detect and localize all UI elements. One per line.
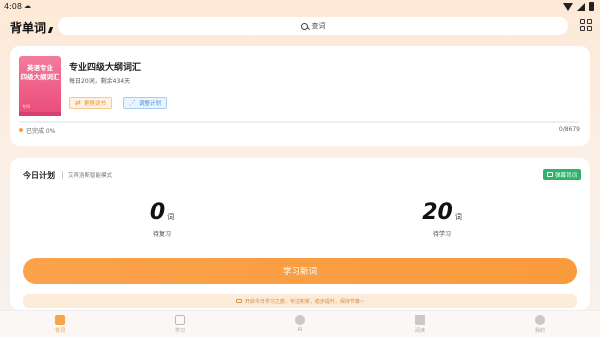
bottom-nav: 背词 学习 AI 阅读 我的 <box>0 310 600 337</box>
nav-item-profile[interactable]: 我的 <box>480 311 600 337</box>
app-title: 背单词 <box>10 19 54 36</box>
barrage-label: 弹幕背词 <box>554 172 577 179</box>
learn-label: 待学习 <box>432 231 451 238</box>
app-header: 背单词 查词 <box>0 14 600 40</box>
review-stat[interactable]: 0词 待复习 <box>122 200 202 238</box>
plan-mode: 艾宾浩斯智能模式 <box>68 173 113 179</box>
today-plan-card: 今日计划 艾宾浩斯智能模式 弹幕背词 0词 待复习 20 词 待学习 学习新词 开… <box>10 158 590 310</box>
search-placeholder: 查词 <box>311 22 326 30</box>
book-title: 专业四级大纲词汇 <box>69 63 142 73</box>
nav-item-words[interactable]: 背词 <box>0 311 120 337</box>
nav-item-study[interactable]: 学习 <box>120 311 240 337</box>
review-unit: 词 <box>167 213 175 221</box>
progress-count: 0/8679 <box>558 126 580 133</box>
search-bar[interactable]: 查词 <box>58 17 568 35</box>
chart-icon <box>175 314 185 325</box>
nav-label-profile: 我的 <box>534 327 545 334</box>
tip-text: 开启今日学习之旅，专注积累，稳步提升，保持节奏~ <box>244 298 365 305</box>
status-time: 4:08 <box>4 2 22 11</box>
nav-item-read[interactable]: 阅读 <box>360 311 480 337</box>
cover-bar <box>19 112 61 116</box>
review-label: 待复习 <box>152 231 171 238</box>
book-icon <box>55 314 65 325</box>
cover-title-line1: 英语专业 <box>27 64 53 72</box>
grid-menu-icon[interactable] <box>580 19 592 31</box>
nav-label-read: 阅读 <box>414 327 425 334</box>
adjust-plan-button[interactable]: ⋰ 调整计划 <box>123 97 168 109</box>
book-cover[interactable]: 英语专业 四级大纲词汇 专四 <box>19 56 61 116</box>
app-title-text: 背单词 <box>10 21 47 35</box>
nav-item-ai[interactable]: AI <box>240 311 360 337</box>
change-book-button[interactable]: ⇄ 更换词书 <box>69 97 112 109</box>
nav-label-ai: AI <box>297 327 303 333</box>
ai-icon <box>295 315 305 325</box>
search-icon <box>300 22 308 30</box>
wordbook-card[interactable]: 英语专业 四级大纲词汇 专四 专业四级大纲词汇 每日20词，剩余434天 ⇄ 更… <box>10 46 590 146</box>
profile-icon <box>535 314 545 325</box>
adjust-plan-label: 调整计划 <box>139 101 162 107</box>
battery-icon <box>589 2 594 11</box>
signal-icon <box>577 2 585 11</box>
learn-new-words-button[interactable]: 学习新词 <box>23 258 577 284</box>
book-info: 每日20词，剩余434天 <box>69 78 131 85</box>
status-icons <box>563 2 594 11</box>
tip-banner: 开启今日学习之旅，专注积累，稳步提升，保持节奏~ <box>23 294 577 308</box>
review-count: 0 <box>149 200 166 225</box>
learn-unit: 词 <box>454 213 462 221</box>
cover-sub: 专四 <box>22 104 30 109</box>
plan-divider <box>62 171 63 179</box>
learn-count: 20 <box>422 200 453 225</box>
progress-bar <box>19 121 579 123</box>
read-icon <box>415 314 425 325</box>
swap-icon: ⇄ <box>75 99 81 107</box>
plan-title: 今日计划 <box>23 171 55 180</box>
cloud-icon: ☁ <box>24 2 31 10</box>
brand-mark-icon <box>47 27 54 33</box>
progress-label: 已完成 0% <box>26 128 56 135</box>
adjust-icon: ⋰ <box>129 99 136 107</box>
wifi-icon <box>563 2 573 11</box>
status-bar: 4:08 ☁ <box>0 0 600 14</box>
cover-title-line2: 四级大纲词汇 <box>20 73 60 81</box>
learn-stat[interactable]: 20 词 待学习 <box>402 200 482 238</box>
barrage-words-button[interactable]: 弹幕背词 <box>542 169 581 180</box>
message-icon <box>235 299 242 303</box>
change-book-label: 更换词书 <box>83 101 106 107</box>
nav-label-study: 学习 <box>174 327 185 334</box>
nav-label-words: 背词 <box>54 327 65 334</box>
progress-dot-icon <box>19 128 23 132</box>
barrage-icon <box>546 172 553 177</box>
